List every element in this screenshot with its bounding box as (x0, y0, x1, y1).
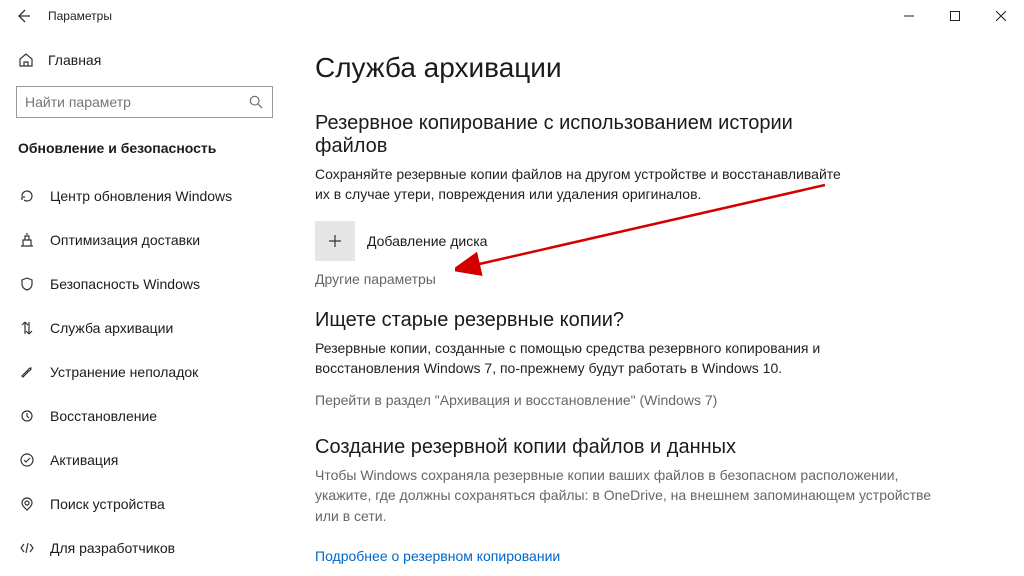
sidebar-item-label: Служба архивации (50, 320, 173, 336)
section2-link[interactable]: Перейти в раздел "Архивация и восстановл… (315, 392, 994, 408)
sidebar-item-backup[interactable]: Служба архивации (8, 306, 295, 350)
minimize-icon (904, 11, 914, 21)
maximize-icon (950, 11, 960, 21)
section3-desc: Чтобы Windows сохраняла резервные копии … (315, 465, 955, 526)
sidebar-home-label: Главная (48, 52, 101, 68)
back-button[interactable] (6, 0, 40, 32)
sidebar: Главная Обновление и безопасность Центр … (0, 32, 295, 576)
add-disk-button[interactable] (315, 221, 355, 261)
add-disk-label: Добавление диска (367, 233, 487, 249)
sidebar-item-delivery[interactable]: Оптимизация доставки (8, 218, 295, 262)
sidebar-item-troubleshoot[interactable]: Устранение неполадок (8, 350, 295, 394)
add-disk-row[interactable]: Добавление диска (315, 221, 994, 261)
activation-icon (18, 451, 36, 469)
section3-heading: Создание резервной копии файлов и данных (315, 436, 855, 459)
sidebar-item-label: Восстановление (50, 408, 157, 424)
search-input[interactable] (23, 93, 246, 111)
window-title: Параметры (48, 9, 112, 23)
sidebar-category: Обновление и безопасность (8, 126, 295, 166)
sidebar-item-developers[interactable]: Для разработчиков (8, 526, 295, 570)
sidebar-item-find-device[interactable]: Поиск устройства (8, 482, 295, 526)
sidebar-item-label: Поиск устройства (50, 496, 165, 512)
plus-icon (327, 233, 343, 249)
close-icon (996, 11, 1006, 21)
maximize-button[interactable] (932, 0, 978, 32)
sidebar-nav: Центр обновления Windows Оптимизация дос… (8, 174, 295, 570)
section3-link[interactable]: Подробнее о резервном копировании (315, 548, 560, 564)
refresh-icon (18, 187, 36, 205)
section1-desc: Сохраняйте резервные копии файлов на дру… (315, 164, 855, 205)
sidebar-item-label: Для разработчиков (50, 540, 175, 556)
recovery-icon (18, 407, 36, 425)
page-title: Служба архивации (315, 52, 994, 84)
sidebar-item-activation[interactable]: Активация (8, 438, 295, 482)
shield-icon (18, 275, 36, 293)
home-icon (18, 52, 34, 68)
dev-icon (18, 539, 36, 557)
section2-desc: Резервные копии, созданные с помощью сре… (315, 338, 855, 379)
search-icon (246, 95, 266, 109)
search-input-container[interactable] (16, 86, 273, 118)
content-pane: Служба архивации Резервное копирование с… (295, 32, 1024, 576)
more-options-link[interactable]: Другие параметры (315, 271, 994, 287)
section1-heading: Резервное копирование с использованием и… (315, 112, 855, 158)
wrench-icon (18, 363, 36, 381)
sidebar-item-label: Центр обновления Windows (50, 188, 232, 204)
titlebar: Параметры (0, 0, 1024, 32)
sidebar-item-label: Активация (50, 452, 118, 468)
minimize-button[interactable] (886, 0, 932, 32)
backup-icon (18, 319, 36, 337)
sidebar-item-label: Оптимизация доставки (50, 232, 200, 248)
sidebar-home[interactable]: Главная (8, 42, 295, 78)
arrow-left-icon (15, 8, 31, 24)
sidebar-item-update[interactable]: Центр обновления Windows (8, 174, 295, 218)
close-button[interactable] (978, 0, 1024, 32)
sidebar-item-security[interactable]: Безопасность Windows (8, 262, 295, 306)
section2-heading: Ищете старые резервные копии? (315, 309, 855, 332)
delivery-icon (18, 231, 36, 249)
sidebar-item-label: Безопасность Windows (50, 276, 200, 292)
locate-icon (18, 495, 36, 513)
sidebar-item-label: Устранение неполадок (50, 364, 198, 380)
sidebar-item-recovery[interactable]: Восстановление (8, 394, 295, 438)
